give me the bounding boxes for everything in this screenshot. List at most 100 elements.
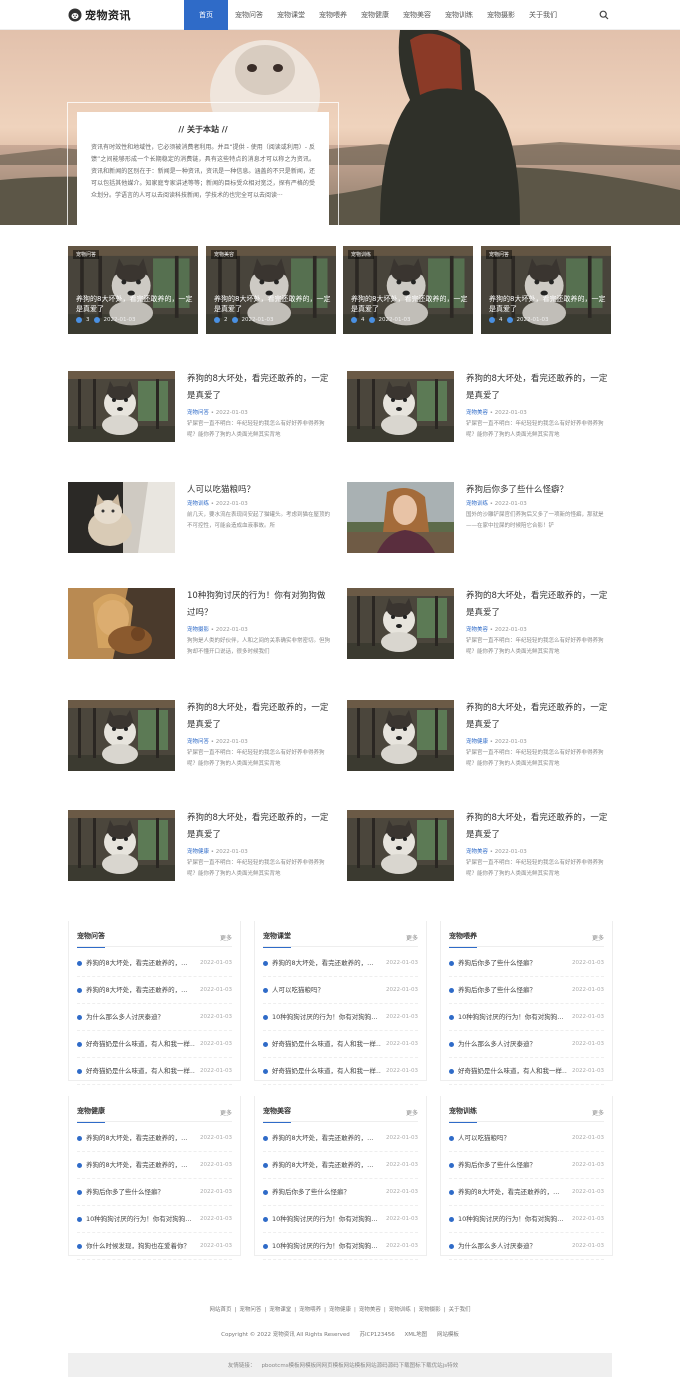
friend-link[interactable]: 网站源码: [366, 1361, 388, 1369]
article-thumb[interactable]: [347, 810, 454, 881]
featured-card[interactable]: 宠物问答 养狗的8大坏处，看完还敢养的，一定是真爱了 3 2022-01-03: [68, 246, 198, 334]
article-category[interactable]: 宠物训练: [466, 501, 488, 507]
list-item-text[interactable]: 养狗的8大坏处，看完还敢养的，...: [86, 977, 187, 1003]
list-item-title[interactable]: 好奇猫奶是什么味道，有人和我一样...: [77, 1058, 195, 1084]
list-item-text[interactable]: 10种狗狗讨厌的行为！你有对狗狗...: [272, 1233, 377, 1259]
article-title[interactable]: 养狗的8大坏处，看完还敢养的，一定是真爱了: [466, 588, 611, 622]
featured-card[interactable]: 宠物问答 养狗的8大坏处，看完还敢养的，一定是真爱了 4 2022-01-03: [481, 246, 611, 334]
list-item-title[interactable]: 好奇猫奶是什么味道，有人和我一样...: [449, 1058, 567, 1084]
list-item-text[interactable]: 好奇猫奶是什么味道，有人和我一样...: [86, 1031, 195, 1057]
list-item-title[interactable]: 养狗的8大坏处，看完还敢养的，...: [77, 1152, 187, 1178]
list-item[interactable]: 养狗的8大坏处，看完还敢养的，... 2022-01-03: [263, 1125, 418, 1152]
list-item-title[interactable]: 10种狗狗讨厌的行为！你有对狗狗...: [449, 1206, 563, 1232]
footer-nav-item[interactable]: 宠物摄影: [419, 1307, 441, 1313]
list-item-title[interactable]: 养狗后你多了些什么怪癖？: [77, 1179, 164, 1205]
article-title[interactable]: 养狗的8大坏处，看完还敢养的，一定是真爱了: [187, 700, 332, 734]
list-item-title[interactable]: 好奇猫奶是什么味道，有人和我一样...: [263, 1031, 381, 1057]
list-item[interactable]: 人可以吃猫粮吗？ 2022-01-03: [449, 1125, 604, 1152]
footer-nav-item[interactable]: 宠物喂养: [299, 1307, 321, 1313]
list-item-text[interactable]: 人可以吃猫粮吗？: [458, 1125, 510, 1151]
list-item-text[interactable]: 养狗后你多了些什么怪癖？: [458, 950, 536, 976]
list-item-title[interactable]: 养狗后你多了些什么怪癖？: [449, 1152, 536, 1178]
list-item[interactable]: 养狗的8大坏处，看完还敢养的，... 2022-01-03: [263, 950, 418, 977]
list-item-text[interactable]: 为什么那么多人讨厌泰迪？: [458, 1031, 536, 1057]
icp-link[interactable]: 苏ICP123456: [360, 1332, 395, 1338]
list-item-text[interactable]: 10种狗狗讨厌的行为！你有对狗狗...: [458, 1206, 563, 1232]
footer-nav-item[interactable]: 宠物训练: [389, 1307, 411, 1313]
list-item-title[interactable]: 养狗的8大坏处，看完还敢养的，...: [263, 1125, 373, 1151]
article-thumb[interactable]: [347, 482, 454, 553]
list-item-text[interactable]: 为什么那么多人讨厌泰迪？: [86, 1004, 164, 1030]
list-item[interactable]: 10种狗狗讨厌的行为！你有对狗狗... 2022-01-03: [77, 1206, 232, 1233]
list-item-title[interactable]: 养狗的8大坏处，看完还敢养的，...: [77, 1125, 187, 1151]
article-category[interactable]: 宠物训练: [187, 501, 209, 507]
article-category[interactable]: 宠物美容: [466, 627, 488, 633]
list-item[interactable]: 养狗的8大坏处，看完还敢养的，... 2022-01-03: [77, 977, 232, 1004]
list-item-title[interactable]: 养狗的8大坏处，看完还敢养的，...: [263, 1152, 373, 1178]
more-link[interactable]: 更多: [406, 1108, 418, 1117]
nav-item[interactable]: 宠物摄影: [480, 0, 522, 30]
friend-link[interactable]: 模板网: [305, 1361, 322, 1369]
list-item[interactable]: 10种狗狗讨厌的行为！你有对狗狗... 2022-01-03: [263, 1004, 418, 1031]
list-item[interactable]: 养狗后你多了些什么怪癖？ 2022-01-03: [449, 1152, 604, 1179]
list-item-text[interactable]: 养狗的8大坏处，看完还敢养的，...: [86, 950, 187, 976]
article-category[interactable]: 宠物问答: [187, 410, 209, 416]
list-item-text[interactable]: 人可以吃猫粮吗？: [272, 977, 324, 1003]
more-link[interactable]: 更多: [592, 933, 604, 942]
list-item[interactable]: 10种狗狗讨厌的行为！你有对狗狗... 2022-01-03: [263, 1206, 418, 1233]
list-item-title[interactable]: 养狗后你多了些什么怪癖？: [449, 950, 536, 976]
list-item-title[interactable]: 为什么那么多人讨厌泰迪？: [77, 1004, 164, 1030]
featured-tag[interactable]: 宠物问答: [486, 250, 513, 259]
list-item[interactable]: 养狗后你多了些什么怪癖？ 2022-01-03: [77, 1179, 232, 1206]
article-title[interactable]: 10种狗狗讨厌的行为！你有对狗狗做过吗？: [187, 588, 332, 622]
list-item-title[interactable]: 好奇猫奶是什么味道，有人和我一样...: [263, 1058, 381, 1084]
list-item-text[interactable]: 你什么时候发现，狗狗也在爱着你？: [86, 1233, 190, 1259]
nav-item[interactable]: 关于我们: [522, 0, 564, 30]
list-item-text[interactable]: 好奇猫奶是什么味道，有人和我一样...: [458, 1058, 567, 1084]
list-item-title[interactable]: 10种狗狗讨厌的行为！你有对狗狗...: [77, 1206, 191, 1232]
list-item[interactable]: 养狗后你多了些什么怪癖？ 2022-01-03: [263, 1179, 418, 1206]
article-thumb[interactable]: [347, 700, 454, 771]
article-title[interactable]: 养狗的8大坏处，看完还敢养的，一定是真爱了: [466, 810, 611, 844]
article-thumb[interactable]: [68, 371, 175, 442]
article-thumb[interactable]: [347, 371, 454, 442]
featured-title[interactable]: 养狗的8大坏处，看完还敢养的，一定是真爱了: [214, 294, 332, 314]
featured-title[interactable]: 养狗的8大坏处，看完还敢养的，一定是真爱了: [351, 294, 469, 314]
more-link[interactable]: 更多: [406, 933, 418, 942]
list-item-text[interactable]: 好奇猫奶是什么味道，有人和我一样...: [272, 1031, 381, 1057]
list-item-title[interactable]: 为什么那么多人讨厌泰迪？: [449, 1031, 536, 1057]
footer-nav-item[interactable]: 宠物健康: [329, 1307, 351, 1313]
list-item-title[interactable]: 养狗的8大坏处，看完还敢养的，...: [449, 1179, 559, 1205]
footer-nav-item[interactable]: 宠物美容: [359, 1307, 381, 1313]
search-icon[interactable]: [599, 10, 609, 20]
nav-item[interactable]: 宠物喂养: [312, 0, 354, 30]
list-item-text[interactable]: 养狗的8大坏处，看完还敢养的，...: [272, 1125, 373, 1151]
friend-link[interactable]: pbootcms模板网: [261, 1361, 305, 1369]
list-item-text[interactable]: 好奇猫奶是什么味道，有人和我一样...: [272, 1058, 381, 1084]
list-item-title[interactable]: 养狗后你多了些什么怪癖？: [449, 977, 536, 1003]
list-item-title[interactable]: 养狗后你多了些什么怪癖？: [263, 1179, 350, 1205]
featured-title[interactable]: 养狗的8大坏处，看完还敢养的，一定是真爱了: [489, 294, 607, 314]
featured-tag[interactable]: 宠物训练: [348, 250, 375, 259]
footer-nav-item[interactable]: 关于我们: [448, 1307, 470, 1313]
article-thumb[interactable]: [68, 810, 175, 881]
article-title[interactable]: 人可以吃猫粮吗？: [187, 482, 332, 499]
footer-nav-item[interactable]: 网站首页: [209, 1307, 231, 1313]
friend-link[interactable]: 优站: [432, 1361, 443, 1369]
list-item-text[interactable]: 10种狗狗讨厌的行为！你有对狗狗...: [458, 1004, 563, 1030]
featured-tag[interactable]: 宠物问答: [73, 250, 100, 259]
more-link[interactable]: 更多: [592, 1108, 604, 1117]
article-category[interactable]: 宠物问答: [187, 739, 209, 745]
list-item[interactable]: 为什么那么多人讨厌泰迪？ 2022-01-03: [77, 1004, 232, 1031]
article-thumb[interactable]: [68, 588, 175, 659]
list-item[interactable]: 养狗的8大坏处，看完还敢养的，... 2022-01-03: [77, 950, 232, 977]
list-item-text[interactable]: 养狗后你多了些什么怪癖？: [458, 977, 536, 1003]
list-item[interactable]: 好奇猫奶是什么味道，有人和我一样... 2022-01-03: [263, 1058, 418, 1085]
list-item[interactable]: 10种狗狗讨厌的行为！你有对狗狗... 2022-01-03: [263, 1233, 418, 1260]
friend-link[interactable]: 图标下载: [410, 1361, 432, 1369]
nav-item[interactable]: 宠物课堂: [270, 0, 312, 30]
list-item[interactable]: 为什么那么多人讨厌泰迪？ 2022-01-03: [449, 1031, 604, 1058]
list-item-text[interactable]: 10种狗狗讨厌的行为！你有对狗狗...: [86, 1206, 191, 1232]
list-item-title[interactable]: 养狗的8大坏处，看完还敢养的，...: [263, 950, 373, 976]
list-item[interactable]: 为什么那么多人讨厌泰迪？ 2022-01-03: [449, 1233, 604, 1260]
